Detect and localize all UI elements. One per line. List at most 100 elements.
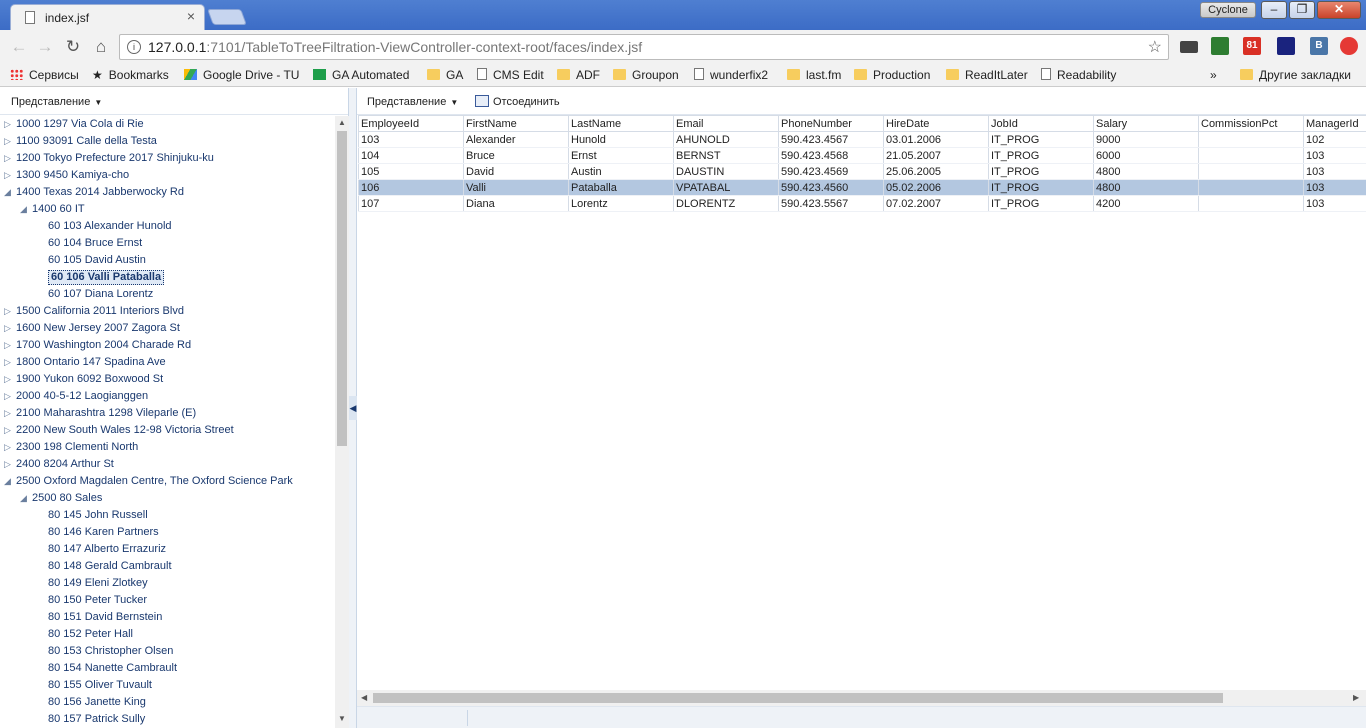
scroll-right-icon[interactable]: ▶ [1353,693,1359,702]
tree-node[interactable]: ▷ 1800 Ontario 147 Spadina Ave [4,354,166,371]
tree-leaf-node[interactable]: 80 152 Peter Hall [48,626,133,643]
tree-leaf-node[interactable]: 60 104 Bruce Ernst [48,235,142,252]
collapsed-triangle-icon[interactable]: ▷ [4,337,16,354]
collapsed-triangle-icon[interactable]: ▷ [4,422,16,439]
tree-leaf-node[interactable]: 60 105 David Austin [48,252,146,269]
bookmark-item[interactable]: ADF [557,67,600,84]
scroll-left-icon[interactable]: ◀ [361,693,367,702]
bookmark-item[interactable]: Google Drive - TU [184,67,299,84]
tree-leaf-node[interactable]: 80 147 Alberto Errazuriz [48,541,166,558]
collapsed-triangle-icon[interactable]: ▷ [4,354,16,371]
bookmark-item[interactable]: GA Automated [313,67,409,84]
column-header[interactable]: EmployeeId [358,115,464,132]
cast-icon[interactable] [1180,41,1198,53]
table-row[interactable]: 105 David Austin DAUSTIN 590.423.4569 25.06.2… [358,163,1366,180]
expanded-triangle-icon[interactable]: ◢ [20,490,32,507]
tree-leaf-node[interactable]: 80 148 Gerald Cambrault [48,558,172,575]
tree-node[interactable]: ▷ 1100 93091 Calle della Testa [4,133,157,150]
tree-node[interactable]: ◢ 1400 Texas 2014 Jabberwocky Rd [4,184,184,201]
tree-node[interactable]: ▷ 1300 9450 Kamiya-cho [4,167,129,184]
tree-leaf-node[interactable]: 80 154 Nanette Cambrault [48,660,177,677]
home-icon[interactable]: ⌂ [90,36,112,58]
panel-splitter[interactable]: ◀ [349,88,357,728]
address-bar[interactable]: i 127.0.0.1:7101/TableToTreeFiltration-V… [119,34,1169,60]
scroll-thumb[interactable] [373,693,1223,703]
gmail-icon[interactable]: 81 [1243,37,1261,55]
tree-vertical-scrollbar[interactable]: ▲ ▼ [335,116,349,728]
tree-node[interactable]: ▷ 2100 Maharashtra 1298 Vileparle (E) [4,405,196,422]
reload-icon[interactable]: ↻ [62,36,84,58]
column-header[interactable]: JobId [988,115,1094,132]
collapsed-triangle-icon[interactable]: ▷ [4,133,16,150]
minimize-button[interactable]: – [1261,1,1287,19]
tree-leaf-node[interactable]: 60 103 Alexander Hunold [48,218,172,235]
tree-node[interactable]: ▷ 1900 Yukon 6092 Boxwood St [4,371,163,388]
tree-node[interactable]: ◢ 2500 80 Sales [20,490,102,507]
maximize-button[interactable]: ❐ [1289,1,1315,19]
column-header[interactable]: Email [673,115,779,132]
bookmark-item[interactable]: CMS Edit [477,67,544,84]
tree-node[interactable]: ▷ 2300 198 Clementi North [4,439,138,456]
tree-node[interactable]: ▷ 1000 1297 Via Cola di Rie [4,116,144,133]
tree-leaf-node[interactable]: 80 146 Karen Partners [48,524,159,541]
collapsed-triangle-icon[interactable]: ▷ [4,388,16,405]
tree-leaf-node[interactable]: 60 107 Diana Lorentz [48,286,153,303]
collapsed-triangle-icon[interactable]: ▷ [4,150,16,167]
tree-node[interactable]: ◢ 2500 Oxford Magdalen Centre, The Oxford… [4,473,293,490]
browser-tab[interactable]: index.jsf × [10,4,205,30]
view-menu-button[interactable]: Представление ▼ [11,96,102,108]
tree-leaf-node[interactable]: 80 153 Christopher Olsen [48,643,173,660]
table-row[interactable]: 106 Valli Pataballa VPATABAL 590.423.4560 05.… [358,179,1366,196]
site-info-icon[interactable]: i [127,40,141,54]
bookmark-item[interactable]: GA [427,67,463,84]
collapsed-triangle-icon[interactable]: ▷ [4,456,16,473]
tree-leaf-node[interactable]: 80 156 Janette King [48,694,146,711]
tree-node[interactable]: ▷ 1600 New Jersey 2007 Zagora St [4,320,180,337]
table-row[interactable]: 103 Alexander Hunold AHUNOLD 590.423.4567 03.… [358,131,1366,148]
column-header[interactable]: PhoneNumber [778,115,884,132]
bookmark-item[interactable]: Groupon [613,67,679,84]
vk-icon[interactable]: B [1310,37,1328,55]
bookmark-item[interactable]: wunderfix2 [694,67,768,84]
detach-button[interactable]: Отсоединить [475,95,560,108]
scroll-thumb[interactable] [337,131,347,446]
expanded-triangle-icon[interactable]: ◢ [20,201,32,218]
bookmark-star-icon[interactable]: ☆ [1148,37,1162,57]
bookmarks-overflow-button[interactable]: » [1210,67,1217,84]
bookmark-item[interactable]: Сервисы [10,67,79,84]
tree-leaf-node[interactable]: 80 149 Eleni Zlotkey [48,575,148,592]
tree-leaf-node[interactable]: 80 145 John Russell [48,507,148,524]
column-header[interactable]: Salary [1093,115,1199,132]
collapsed-triangle-icon[interactable]: ▷ [4,167,16,184]
table-horizontal-scrollbar[interactable]: ◀ ▶ [357,690,1366,706]
other-bookmarks-folder[interactable]: Другие закладки [1240,67,1351,84]
bookmark-item[interactable]: Readability [1041,67,1116,84]
column-header[interactable]: HireDate [883,115,989,132]
collapsed-triangle-icon[interactable]: ▷ [4,116,16,133]
tab-close-icon[interactable]: × [183,8,199,24]
collapsed-triangle-icon[interactable]: ▷ [4,405,16,422]
new-tab-button[interactable] [207,9,247,25]
tree-leaf-node[interactable]: 80 155 Oliver Tuvault [48,677,152,694]
scroll-up-icon[interactable]: ▲ [337,118,347,128]
close-window-button[interactable]: ✕ [1317,1,1361,19]
tree-leaf-node[interactable]: 80 157 Patrick Sully [48,711,145,728]
expanded-triangle-icon[interactable]: ◢ [4,473,16,490]
collapsed-triangle-icon[interactable]: ▷ [4,371,16,388]
forward-arrow-icon[interactable]: → [34,36,56,58]
view-menu-button[interactable]: Представление ▼ [367,96,458,108]
table-row[interactable]: 104 Bruce Ernst BERNST 590.423.4568 21.05.200… [358,147,1366,164]
column-header[interactable]: FirstName [463,115,569,132]
tree-node[interactable]: ▷ 2000 40-5-12 Laogianggen [4,388,148,405]
tree-node[interactable]: ◢ 1400 60 IT [20,201,85,218]
column-header[interactable]: LastName [568,115,674,132]
extension-icon[interactable] [1211,37,1229,55]
column-header[interactable]: ManagerId [1303,115,1366,132]
tree-node[interactable]: ▷ 1700 Washington 2004 Charade Rd [4,337,191,354]
tree-leaf-node[interactable]: 60 106 Valli Pataballa [48,270,165,285]
collapsed-triangle-icon[interactable]: ▷ [4,303,16,320]
bookmark-item[interactable]: last.fm [787,67,841,84]
collapsed-triangle-icon[interactable]: ▷ [4,439,16,456]
collapsed-triangle-icon[interactable]: ▷ [4,320,16,337]
back-arrow-icon[interactable]: ← [8,36,30,58]
